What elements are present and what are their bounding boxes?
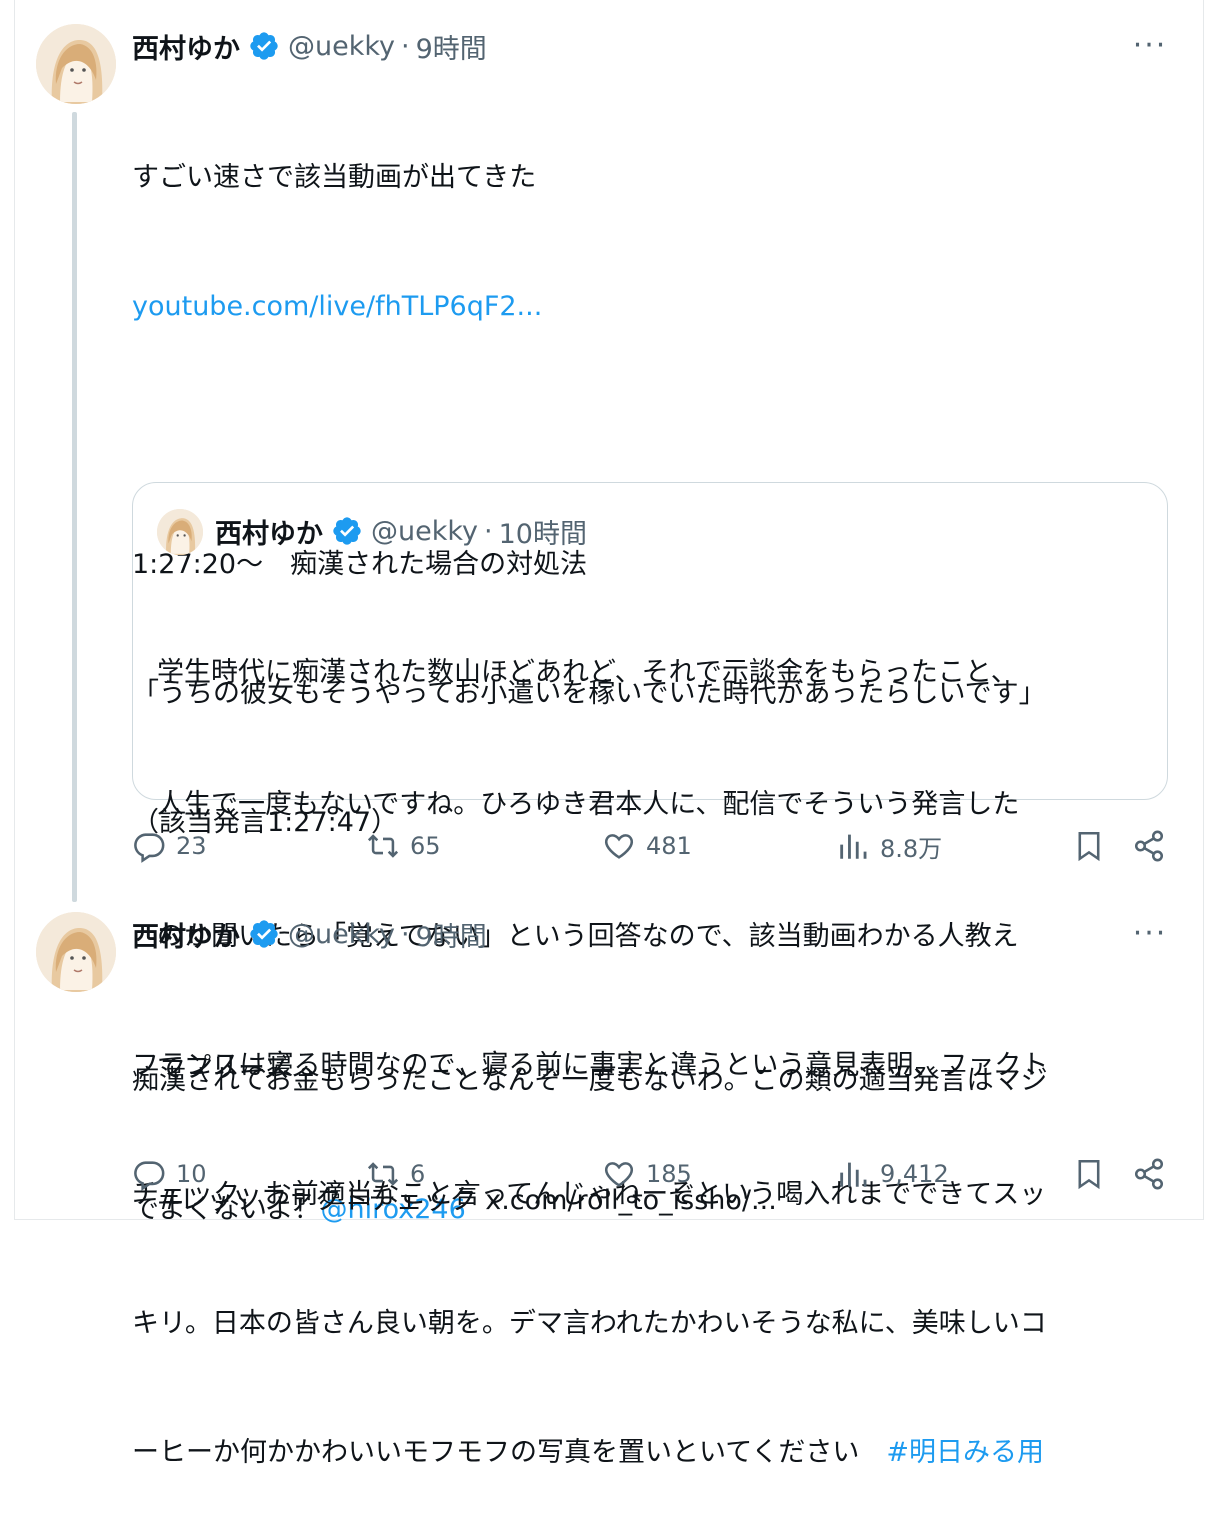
avatar-illustration [157,509,203,555]
repost-count: 65 [410,832,441,860]
heart-icon [604,1162,634,1187]
reply-count: 23 [176,832,207,860]
repost-icon [367,1162,399,1186]
repost-count: 6 [410,1160,426,1188]
bookmark-button[interactable] [1072,1154,1106,1194]
tweet-text-line: ーヒーか何かかわいいモフモフの写真を置いといてください #明日みる用 [132,1431,1048,1474]
quote-header: 西村ゆか @uekky · 10時間 [215,513,587,550]
views-button[interactable]: 8.8万 [836,826,942,866]
verified-badge-icon [248,918,280,950]
author-handle: @uekky [371,515,479,547]
quote-text-line: 学生時代に痴漢された数山ほどあれど、それで示談金をもらったこと、 [157,657,1018,688]
reply-count: 10 [176,1160,207,1188]
avatar[interactable] [36,912,116,992]
author-name: 西村ゆか [215,518,323,550]
tweet-text-line: フランスは寝る時間なので、寝る前に事実と違うという意見表明、ファクト [132,1050,1049,1081]
heart-icon [604,834,634,859]
author-handle[interactable]: @uekky [288,919,395,950]
author-handle[interactable]: @uekky [288,31,395,62]
reply-icon [134,833,165,863]
share-button[interactable] [1132,826,1166,866]
view-count: 9,412 [880,1160,949,1188]
timestamp[interactable]: 9時間 [416,27,487,66]
share-icon [1134,830,1164,862]
avatar-illustration [36,24,116,104]
tweet-header: 西村ゆか @uekky · 9時間 [132,915,487,954]
tweet-actions: 23 65 481 8.8万 [132,826,1172,866]
views-chart-icon [840,1162,867,1187]
tweet-text-line: キリ。日本の皆さん良い朝を。デマ言われたかわいそうな私に、美味しいコ [132,1308,1047,1339]
bookmark-button[interactable] [1072,826,1106,866]
timestamp[interactable]: 9時間 [416,915,487,954]
hashtag-link[interactable]: #明日みる用 [886,1437,1044,1468]
reply-button[interactable]: 10 [132,1154,207,1194]
tweet-text: フランスは寝る時間なので、寝る前に事実と違うという意見表明、ファクト チェック、… [132,958,1048,1517]
repost-button[interactable]: 6 [366,1154,425,1194]
tweet-header: 西村ゆか @uekky · 9時間 [132,27,487,66]
avatar-illustration [36,912,116,992]
quoted-tweet-card[interactable]: 西村ゆか @uekky · 10時間 学生時代に痴漢された数山ほどあれど、それで… [132,482,1168,1216]
bookmark-icon [1078,831,1100,862]
separator-dot: · [484,515,493,547]
share-button[interactable] [1132,1154,1166,1194]
tweet-text-line: すごい速さで該当動画が出てきた [132,162,537,193]
view-count: 8.8万 [880,834,943,863]
timestamp: 10時間 [498,518,587,550]
tweet-actions: 10 6 185 9,412 [132,1154,1172,1194]
like-button[interactable]: 185 [602,1154,692,1194]
share-icon [1134,1158,1164,1190]
author-name[interactable]: 西村ゆか [132,27,240,66]
like-count: 185 [646,1160,692,1188]
repost-icon [367,834,399,858]
views-button[interactable]: 9,412 [836,1154,949,1194]
repost-button[interactable]: 65 [366,826,441,866]
tweet-text-segment: ーヒーか何かかわいいモフモフの写真を置いといてください [132,1437,887,1468]
verified-badge-icon [331,515,363,547]
like-button[interactable]: 481 [602,826,692,866]
more-dots-icon[interactable]: ··· [1130,28,1170,63]
bookmark-icon [1078,1159,1100,1190]
reply-icon [134,1161,165,1191]
thread-connector-line [72,112,77,902]
separator-dot: · [401,918,410,950]
verified-badge-icon [248,30,280,62]
avatar [157,509,203,555]
avatar[interactable] [36,24,116,104]
reply-button[interactable]: 23 [132,826,207,866]
more-dots-icon[interactable]: ··· [1130,916,1170,951]
separator-dot: · [401,30,410,62]
like-count: 481 [646,832,692,860]
author-name[interactable]: 西村ゆか [132,915,240,954]
views-chart-icon [840,834,867,859]
tweet-link[interactable]: youtube.com/live/fhTLP6qF2... [132,285,1048,328]
quote-text-line: 人生で一度もないですね。ひろゆき君本人に、配信でそういう発言した [157,789,1020,820]
